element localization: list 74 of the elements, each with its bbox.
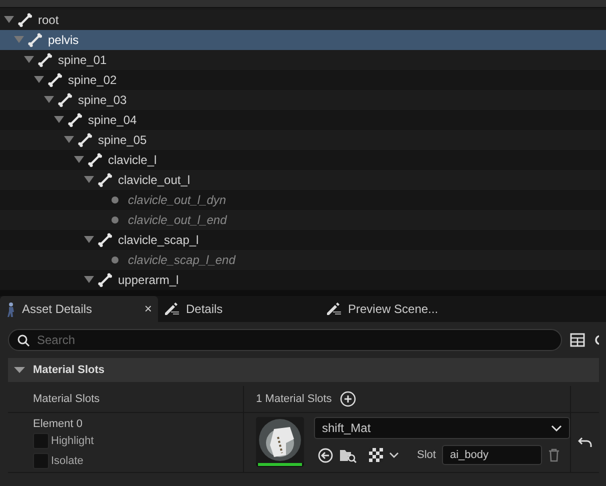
expand-triangle-icon[interactable] xyxy=(34,76,44,84)
chevron-down-icon xyxy=(551,424,562,432)
bone-icon xyxy=(68,113,82,127)
checkbox-label: Isolate xyxy=(51,454,84,468)
expand-triangle-icon xyxy=(14,366,25,374)
chevron-down-icon[interactable] xyxy=(389,452,399,458)
property-label: Material Slots xyxy=(33,392,100,407)
pencil-icon xyxy=(326,302,342,316)
expand-triangle-icon[interactable] xyxy=(64,136,74,144)
bone-name: spine_01 xyxy=(58,52,107,69)
browse-folder-icon[interactable] xyxy=(339,447,357,463)
bone-icon xyxy=(18,13,32,27)
tree-row[interactable]: pelvis xyxy=(0,30,606,50)
slot-count: 1 Material Slots xyxy=(256,392,332,407)
expand-triangle-icon[interactable] xyxy=(54,116,64,124)
trash-icon[interactable] xyxy=(548,448,560,462)
bone-icon xyxy=(28,33,42,47)
bone-name: clavicle_scap_l xyxy=(118,232,199,249)
virtual-bone-name: clavicle_out_l_end xyxy=(128,212,227,229)
tree-row[interactable]: clavicle_scap_l xyxy=(0,230,606,250)
search-field[interactable]: Search xyxy=(8,329,562,351)
panel-tab[interactable]: Details xyxy=(158,296,320,322)
tree-row[interactable]: upperarm_l xyxy=(0,270,606,290)
bone-name: spine_03 xyxy=(78,92,127,109)
tree-row[interactable]: clavicle_l xyxy=(0,150,606,170)
slot-label: Slot xyxy=(417,448,436,463)
bone-icon xyxy=(78,133,92,147)
checkbox[interactable] xyxy=(33,452,49,469)
bone-name: spine_04 xyxy=(88,112,137,129)
bone-name: upperarm_l xyxy=(118,272,179,289)
bone-name: pelvis xyxy=(48,32,79,49)
bone-icon xyxy=(98,273,112,287)
bone-icon xyxy=(98,173,112,187)
panel-tab[interactable]: Preview Scene... xyxy=(320,296,482,322)
expand-triangle-icon[interactable] xyxy=(84,176,94,184)
material-thumbnail[interactable] xyxy=(256,417,304,467)
expand-triangle-icon[interactable] xyxy=(44,96,54,104)
close-button[interactable]: × xyxy=(144,299,152,319)
bone-name: root xyxy=(38,12,59,29)
virtual-bone-name: clavicle_scap_l_end xyxy=(128,252,236,269)
bone-icon xyxy=(48,73,62,87)
search-icon xyxy=(17,334,30,347)
expand-triangle-icon[interactable] xyxy=(4,16,14,24)
bone-name: spine_02 xyxy=(68,72,117,89)
panel-tab[interactable]: Asset Details × xyxy=(0,296,158,322)
figure-icon xyxy=(6,302,16,316)
bone-name: clavicle_l xyxy=(108,152,157,169)
checkbox[interactable] xyxy=(33,433,49,450)
tree-row[interactable]: clavicle_out_l_dyn xyxy=(0,190,606,210)
section-header[interactable]: Material Slots xyxy=(8,358,599,382)
tree-row[interactable]: spine_02 xyxy=(0,70,606,90)
material-dropdown[interactable]: shift_Mat xyxy=(314,417,570,439)
bone-icon xyxy=(38,53,52,67)
checkbox-label: Highlight xyxy=(51,434,94,449)
bone-name: spine_05 xyxy=(98,132,147,149)
bone-icon xyxy=(98,233,112,247)
use-selected-icon[interactable] xyxy=(318,448,333,462)
table-view-icon[interactable] xyxy=(570,333,585,347)
checker-texture-icon[interactable] xyxy=(369,448,383,462)
expand-triangle-icon[interactable] xyxy=(84,236,94,244)
tree-row[interactable]: spine_04 xyxy=(0,110,606,130)
settings-icon[interactable] xyxy=(593,333,599,347)
expand-triangle-icon[interactable] xyxy=(84,276,94,284)
bone-name: clavicle_out_l xyxy=(118,172,190,189)
virtual-bone-name: clavicle_out_l_dyn xyxy=(128,192,226,209)
add-icon[interactable] xyxy=(340,391,356,407)
bone-icon xyxy=(88,153,102,167)
pencil-icon xyxy=(164,302,180,316)
expand-triangle-icon[interactable] xyxy=(74,156,84,164)
slot-name-field[interactable]: ai_body xyxy=(442,445,542,465)
reset-arrow-icon[interactable] xyxy=(578,437,592,448)
element-label: Element 0 xyxy=(33,417,84,430)
expand-triangle-icon[interactable] xyxy=(24,56,34,64)
bone-icon xyxy=(58,93,72,107)
